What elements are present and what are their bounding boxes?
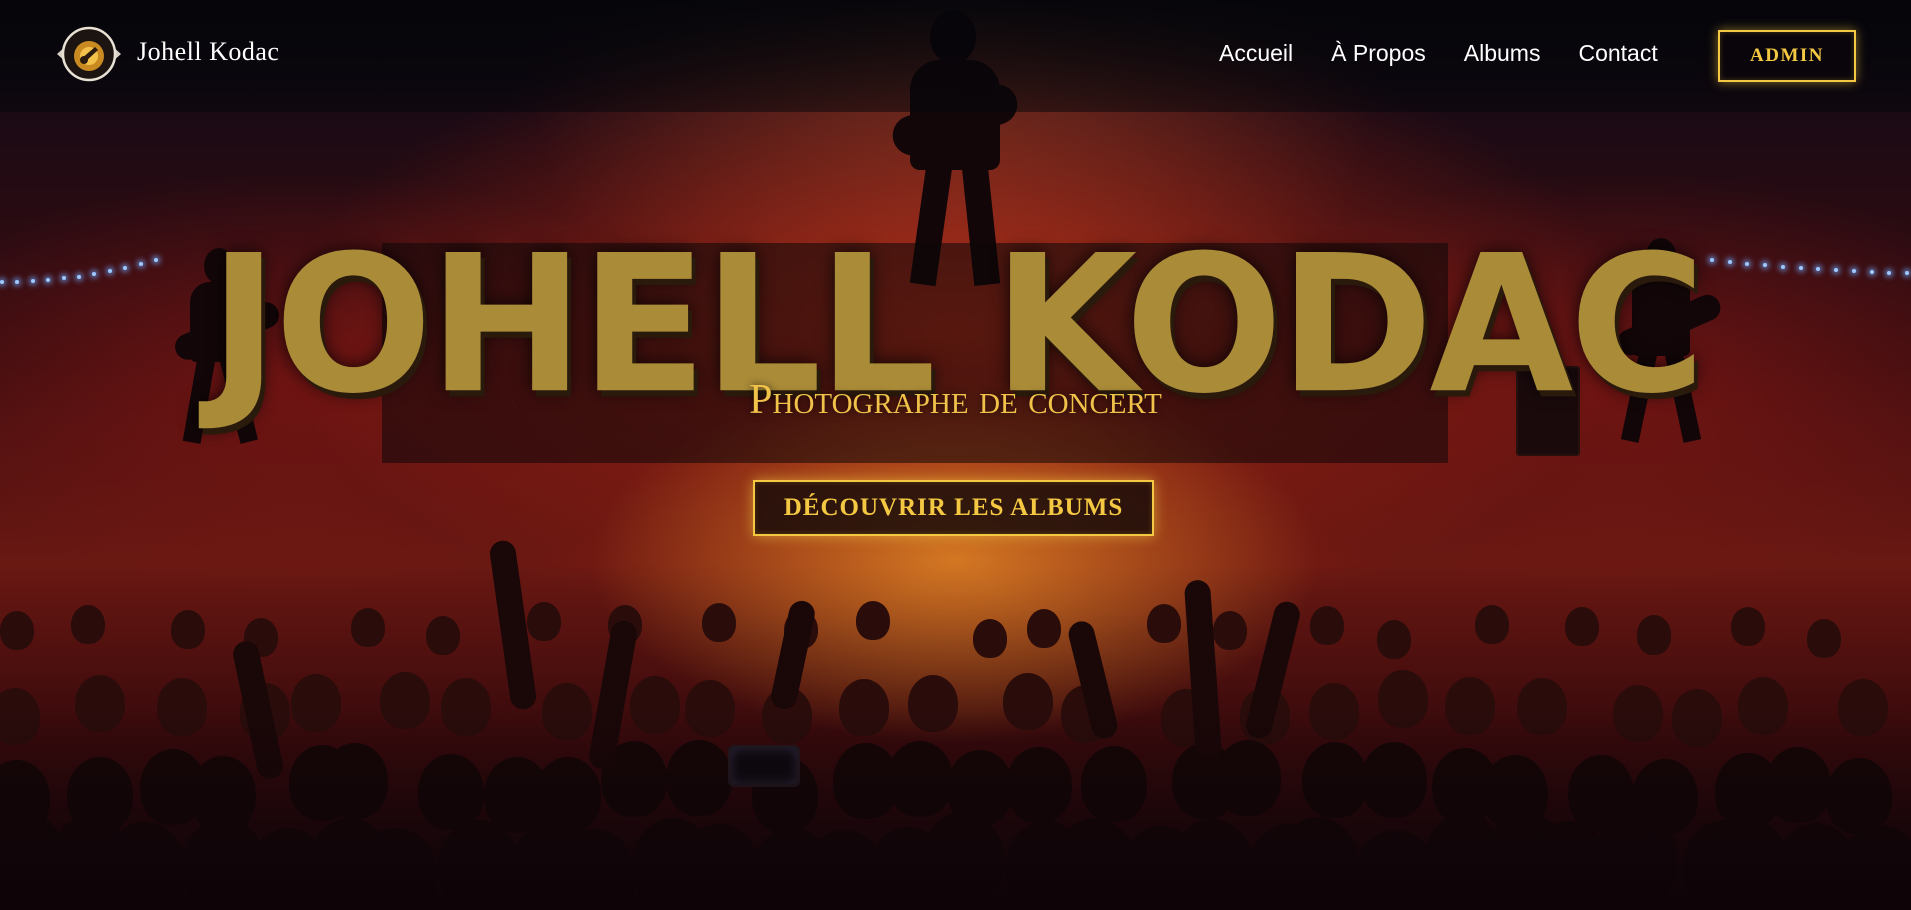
crowd-head — [425, 615, 460, 655]
crowd-head — [171, 610, 206, 650]
crowd-head — [1636, 615, 1671, 655]
crowd-shadow-overlay — [0, 710, 1911, 910]
nav-item-contact[interactable]: Contact — [1578, 40, 1657, 67]
hero-subtitle: Photographe de concert — [749, 377, 1162, 423]
crowd-head — [701, 603, 736, 643]
crowd-head — [1474, 604, 1509, 644]
crowd-head — [1565, 606, 1600, 646]
nav-item-a-propos[interactable]: À Propos — [1331, 40, 1426, 67]
nav-item-albums[interactable]: Albums — [1464, 40, 1541, 67]
hero-section: JOHELL KODAC Photographe de concert DÉCO… — [0, 0, 1911, 910]
nav-item-accueil[interactable]: Accueil — [1219, 40, 1293, 67]
crowd-head — [1212, 611, 1247, 651]
discover-albums-button[interactable]: DÉCOUVRIR LES ALBUMS — [753, 480, 1154, 536]
crowd-head — [0, 611, 34, 651]
crowd-head — [973, 619, 1008, 659]
crowd-head — [351, 608, 386, 648]
crowd-head — [1807, 618, 1842, 658]
raised-arm — [768, 598, 818, 712]
crowd-head — [1376, 619, 1411, 659]
brand-name[interactable]: Johell Kodac — [137, 37, 279, 67]
crowd-head — [71, 604, 106, 644]
main-nav: Accueil À Propos Albums Contact — [1219, 40, 1658, 67]
crowd-head — [1731, 607, 1766, 647]
guitar-badge-icon[interactable] — [51, 25, 127, 83]
crowd-head — [527, 601, 562, 641]
crowd-head — [1027, 608, 1062, 648]
crowd-head — [855, 601, 890, 641]
crowd-head — [1309, 605, 1344, 645]
admin-button[interactable]: ADMIN — [1718, 30, 1856, 82]
crowd-head — [1147, 603, 1182, 643]
site-header: Johell Kodac Accueil À Propos Albums Con… — [0, 0, 1911, 112]
